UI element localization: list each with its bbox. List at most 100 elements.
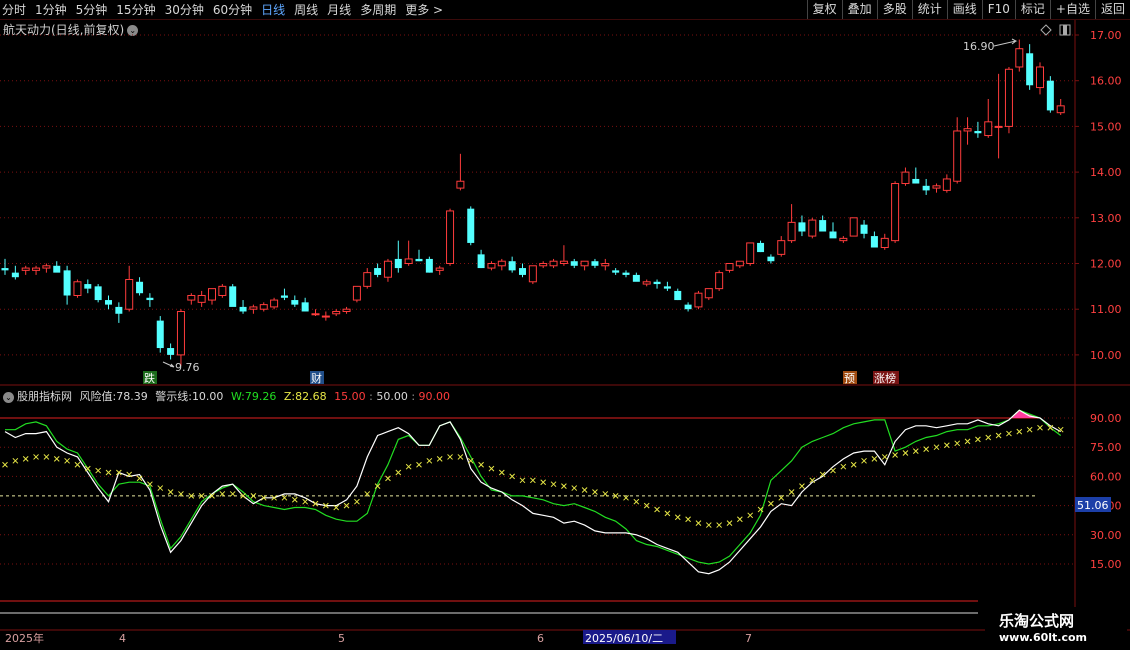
x-series-mark: [602, 491, 609, 497]
month-label-7: 7: [745, 632, 752, 645]
indicator-tick-label: 60.00: [1090, 470, 1122, 483]
x-series-mark: [509, 473, 516, 480]
date-year-label: 2025年: [5, 631, 44, 645]
candle-body: [508, 261, 516, 271]
candle-body: [746, 242, 755, 264]
price-tick-label: 13.00: [1090, 212, 1122, 225]
candle-body: [342, 308, 351, 312]
candle-body: [239, 306, 247, 312]
x-series-mark: [561, 483, 567, 489]
x-series-mark: [1006, 430, 1012, 437]
x-series-mark: [964, 438, 971, 445]
chart-canvas: 17.00 16.00 15.00 14.00 13.00 12.00 11.00 10.00…: [0, 20, 1130, 645]
candle-body: [63, 270, 71, 296]
marker-die[interactable]: 跌: [144, 371, 155, 385]
candle-body: [932, 185, 941, 189]
candle-body: [984, 121, 993, 137]
x-series-mark: [84, 465, 91, 472]
low-price-label: 9.76: [175, 361, 200, 374]
indicator-tick-label: 30.00: [1090, 529, 1122, 542]
candle-body: [642, 281, 651, 285]
x-series-mark: [581, 487, 588, 493]
x-series-mark: [768, 500, 774, 507]
x-series-mark: [861, 457, 867, 464]
marker-cai[interactable]: 财: [311, 371, 322, 385]
candle-body: [777, 240, 786, 255]
x-series-mark: [229, 491, 236, 497]
month-label-4: 4: [119, 632, 126, 645]
candle-body: [963, 128, 972, 132]
candle-body: [363, 272, 372, 287]
marker-zhangbang[interactable]: 涨榜: [874, 371, 896, 385]
candle-body: [270, 299, 279, 308]
candle-body: [1026, 53, 1034, 86]
x-series-mark: [1016, 428, 1023, 435]
candle-body: [136, 281, 144, 294]
x-series-mark: [74, 461, 81, 468]
x-series-mark: [592, 489, 598, 495]
candle-body: [404, 258, 413, 264]
x-series-mark: [674, 514, 681, 521]
candle-body: [725, 263, 734, 271]
candle-body: [301, 302, 309, 312]
x-series-mark: [426, 457, 433, 464]
x-series-mark: [416, 461, 422, 468]
candle-body: [849, 217, 858, 237]
candle-body: [73, 281, 82, 296]
low-arrow-icon: [162, 361, 175, 368]
marker-yu[interactable]: 预: [844, 372, 855, 385]
x-series-mark: [954, 440, 961, 447]
diamond-icon[interactable]: [1040, 24, 1052, 36]
candle-body: [280, 295, 288, 298]
x-series-mark: [933, 444, 940, 451]
candle-body: [321, 315, 330, 318]
x-series-mark: [12, 457, 19, 464]
x-series-mark: [902, 450, 909, 456]
candle-body: [208, 288, 216, 301]
candle-body: [105, 300, 112, 305]
candle-body: [415, 258, 423, 262]
candle-body: [632, 274, 640, 282]
x-series-mark: [664, 510, 671, 517]
candle-body: [704, 288, 713, 299]
x-series-mark: [892, 452, 898, 458]
candle-body: [383, 260, 392, 278]
candle-body: [1015, 48, 1024, 68]
candle-body: [42, 265, 51, 269]
candle-body: [84, 284, 92, 289]
w-series-line: [4, 409, 1061, 575]
x-series-mark: [736, 516, 743, 523]
x-series-mark: [167, 489, 174, 495]
x-series-mark: [943, 442, 950, 449]
x-series-mark: [457, 454, 464, 460]
x-series-mark: [1026, 426, 1033, 433]
candle-body: [394, 258, 402, 269]
x-series-mark: [685, 516, 691, 523]
candle-body: [11, 272, 19, 278]
candle-body: [663, 286, 671, 289]
price-tick-label: 17.00: [1090, 29, 1122, 42]
candle-body: [218, 285, 227, 296]
x-series-mark: [747, 512, 754, 519]
candle-body: [456, 180, 465, 189]
x-series-mark: [95, 467, 102, 474]
candle-body: [167, 348, 175, 355]
candle-body: [229, 286, 237, 307]
month-label-5: 5: [338, 632, 345, 645]
candle-body: [612, 270, 620, 273]
cursor-date-label: 2025/06/10/二: [585, 632, 663, 645]
x-series-mark: [478, 461, 484, 468]
candle-body: [446, 210, 455, 265]
candle-body: [674, 290, 682, 301]
x-series-mark: [2, 461, 8, 468]
x-series-mark: [447, 454, 453, 460]
x-series-mark: [840, 463, 847, 470]
candle-body: [156, 320, 164, 349]
high-price-label: 16.90: [963, 40, 995, 53]
x-series-mark: [302, 498, 309, 505]
current-value-text: 51.06: [1077, 499, 1109, 512]
candle-body: [653, 281, 661, 285]
month-label-6: 6: [537, 632, 544, 645]
candle-body: [715, 272, 724, 290]
candle-body: [942, 178, 951, 191]
